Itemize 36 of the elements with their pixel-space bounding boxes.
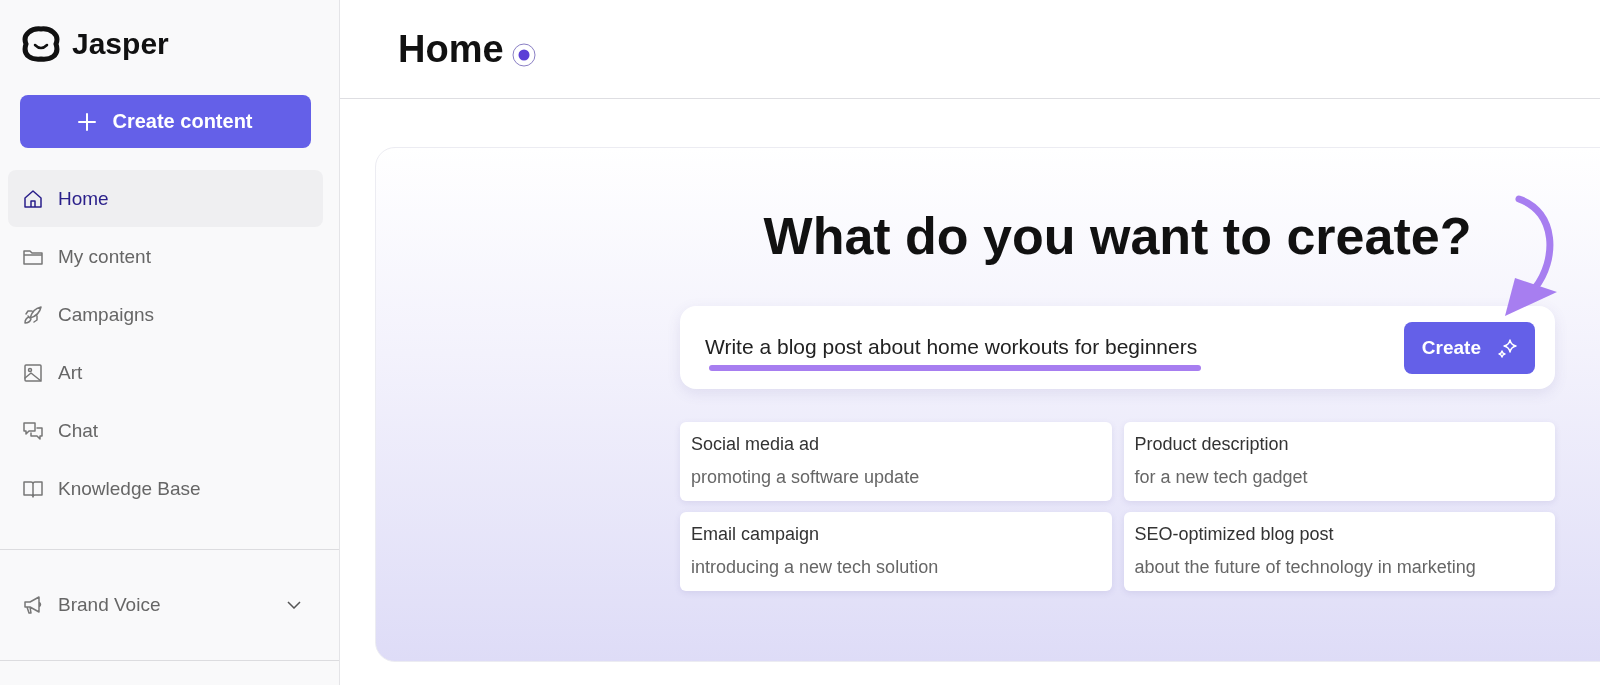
suggestion-title: SEO-optimized blog post xyxy=(1134,524,1335,545)
brand-voice-item[interactable]: Brand Voice xyxy=(0,550,339,660)
prompt-text: Write a blog post about home workouts for beginners xyxy=(705,334,1198,359)
nav-item[interactable]: Chat xyxy=(8,402,323,459)
image-icon xyxy=(22,361,44,384)
suggestion-title: Social media ad xyxy=(691,434,821,455)
nav-item[interactable]: Campaigns xyxy=(8,286,323,343)
nav-item[interactable]: Art xyxy=(8,344,323,401)
page-title: Home xyxy=(398,27,504,71)
brand-name: Jasper xyxy=(72,27,169,61)
suggestion-card[interactable]: Email campaign introducing a new tech solution xyxy=(680,512,1112,591)
suggestion-card[interactable]: SEO-optimized blog post about the future of technology in marketing xyxy=(1123,512,1555,591)
create-heading: What do you want to create? xyxy=(762,206,1473,266)
suggestion-title: Product description xyxy=(1134,434,1290,455)
suggestion-title: Email campaign xyxy=(691,524,821,545)
create-button[interactable]: Create xyxy=(1403,321,1535,374)
suggestion-card[interactable]: Social media ad promoting a software update xyxy=(680,422,1112,501)
chevron-down-icon xyxy=(287,601,301,609)
suggestion-subtitle: introducing a new tech solution xyxy=(691,557,940,578)
plus-icon xyxy=(78,112,97,131)
status-dot-icon xyxy=(511,43,536,67)
suggestion-card[interactable]: Product description for a new tech gadget xyxy=(1123,422,1555,501)
nav-item[interactable]: Knowledge Base xyxy=(8,460,323,517)
create-content-button[interactable]: Create content xyxy=(20,95,311,148)
home-icon xyxy=(22,187,44,210)
nav-item[interactable]: My content xyxy=(8,228,323,285)
nav-item[interactable]: Home xyxy=(8,170,323,227)
suggestion-subtitle: about the future of technology in marketing xyxy=(1134,557,1477,578)
chat-bubbles-icon xyxy=(22,419,44,442)
prompt-field[interactable]: Write a blog post about home workouts for beginners Create xyxy=(680,306,1555,389)
logo-icon xyxy=(20,26,62,62)
sparkle-icon xyxy=(1497,336,1519,359)
megaphone-icon xyxy=(22,594,44,616)
rocket-icon xyxy=(22,303,44,326)
suggestion-subtitle: for a new tech gadget xyxy=(1134,467,1309,488)
suggestion-subtitle: promoting a software update xyxy=(691,467,921,488)
